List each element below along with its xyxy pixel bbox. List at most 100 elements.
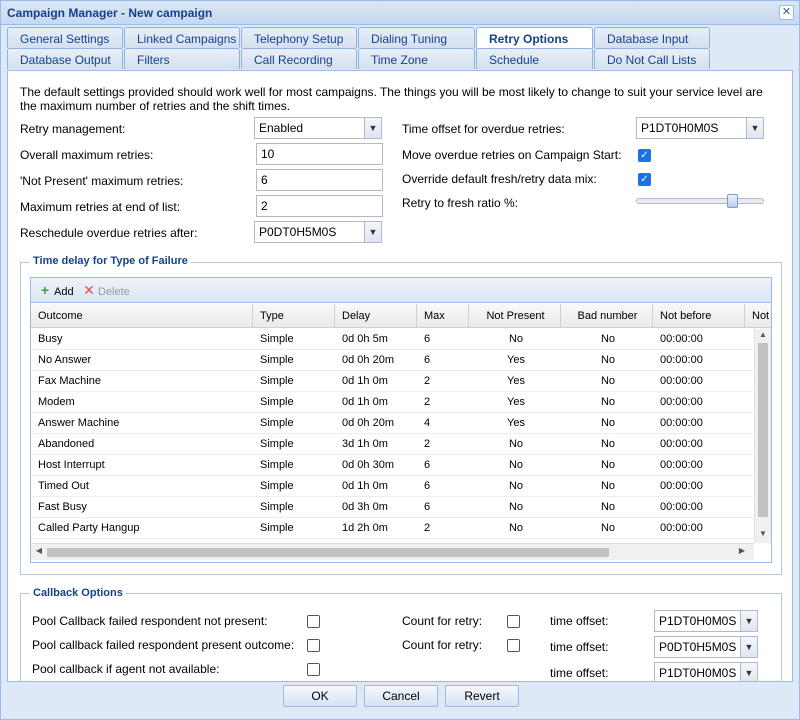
cell-max: 6: [424, 459, 431, 471]
tab-call-recording[interactable]: Call Recording: [241, 48, 357, 69]
retry-fresh-ratio-slider[interactable]: [636, 194, 764, 208]
table-row[interactable]: Abandoned Simple 3d 1h 0m 2 No No 00:00:00: [31, 434, 753, 455]
tab-strip: General Settings Linked Campaigns Teleph…: [7, 27, 797, 71]
campaign-manager-window: Campaign Manager - New campaign ✕ Genera…: [0, 0, 800, 720]
cell-not-present: No: [508, 438, 524, 450]
table-row[interactable]: No Answer Simple 0d 0h 20m 6 Yes No 00:00:00: [31, 350, 753, 371]
not-present-max-retries-label: 'Not Present' maximum retries:: [20, 174, 184, 188]
cell-not-before: 00:00:00: [660, 438, 703, 450]
column-header-not-before[interactable]: Not before: [653, 304, 745, 327]
time-offset-value-3: P1DT0H0M0S: [659, 666, 737, 680]
tab-time-zone[interactable]: Time Zone: [358, 48, 475, 69]
grid-body: Busy Simple 0d 0h 5m 6 No No 00:00:00 No Answer…: [31, 329, 753, 542]
cell-not-before: 00:00:00: [660, 480, 703, 492]
slider-handle[interactable]: [727, 194, 738, 208]
reschedule-overdue-select[interactable]: P0DT0H5M0S ▼: [254, 221, 382, 243]
pool-agent-unavailable-checkbox[interactable]: [307, 663, 320, 676]
table-row[interactable]: Modem Simple 0d 1h 0m 2 Yes No 00:00:00: [31, 392, 753, 413]
add-button[interactable]: + Add: [39, 283, 74, 298]
chevron-down-icon[interactable]: ▼: [364, 222, 381, 242]
vertical-scroll-thumb[interactable]: [758, 343, 768, 517]
time-offset-label-1: time offset:: [550, 614, 609, 628]
add-label: Add: [54, 286, 74, 298]
retry-fresh-ratio-label: Retry to fresh ratio %:: [402, 196, 519, 210]
time-offset-value-1: P1DT0H0M0S: [659, 614, 737, 628]
cell-outcome: Modem: [38, 396, 75, 408]
table-row[interactable]: Host Interrupt Simple 0d 0h 30m 6 No No 00:00:…: [31, 455, 753, 476]
time-offset-select-2[interactable]: P0DT0H5M0S ▼: [654, 636, 758, 658]
cell-bad-number: No: [600, 459, 616, 471]
end-of-list-max-retries-input[interactable]: 2: [256, 195, 383, 217]
column-header-type[interactable]: Type: [253, 304, 335, 327]
tab-dialing-tuning[interactable]: Dialing Tuning: [358, 27, 475, 48]
tab-telephony-setup[interactable]: Telephony Setup: [241, 27, 357, 48]
delete-button[interactable]: ✕ Delete: [83, 283, 130, 298]
scroll-left-icon[interactable]: ◀: [33, 546, 45, 558]
move-overdue-checkbox[interactable]: ✓: [638, 149, 651, 162]
override-mix-checkbox[interactable]: ✓: [638, 173, 651, 186]
cell-not-present: Yes: [507, 354, 525, 366]
tab-general-settings[interactable]: General Settings: [7, 27, 123, 48]
tab-linked-campaigns[interactable]: Linked Campaigns: [124, 27, 240, 48]
column-header-max[interactable]: Max: [417, 304, 469, 327]
column-header-bad-number[interactable]: Bad number: [561, 304, 653, 327]
retry-management-select[interactable]: Enabled ▼: [254, 117, 382, 139]
table-row[interactable]: Answer Machine Simple 0d 0h 20m 4 Yes No 00:00…: [31, 413, 753, 434]
chevron-down-icon[interactable]: ▼: [740, 611, 757, 631]
time-offset-select-1[interactable]: P1DT0H0M0S ▼: [654, 610, 758, 632]
tab-schedule[interactable]: Schedule: [476, 48, 593, 69]
vertical-scrollbar[interactable]: ▲ ▼: [754, 329, 771, 543]
pool-agent-unavailable-label: Pool callback if agent not available:: [32, 662, 220, 676]
time-offset-select-3[interactable]: P1DT0H0M0S ▼: [654, 662, 758, 681]
pool-not-present-checkbox[interactable]: [307, 615, 320, 628]
count-for-retry-checkbox-2[interactable]: [507, 639, 520, 652]
chevron-down-icon[interactable]: ▼: [740, 663, 757, 681]
tab-retry-options[interactable]: Retry Options: [476, 27, 593, 49]
count-for-retry-checkbox-1[interactable]: [507, 615, 520, 628]
pool-not-present-label: Pool Callback failed respondent not pres…: [32, 614, 268, 628]
scroll-up-icon[interactable]: ▲: [755, 330, 771, 342]
tab-filters[interactable]: Filters: [124, 48, 240, 69]
scroll-right-icon[interactable]: ▶: [736, 546, 748, 558]
chevron-down-icon[interactable]: ▼: [364, 118, 381, 138]
move-overdue-label: Move overdue retries on Campaign Start:: [402, 148, 622, 162]
column-header-outcome[interactable]: Outcome: [31, 304, 253, 327]
cell-max: 6: [424, 333, 431, 345]
cell-type: Simple: [260, 417, 294, 429]
title-bar[interactable]: Campaign Manager - New campaign ✕: [1, 1, 799, 25]
cell-delay: 3d 1h 0m: [342, 438, 388, 450]
time-offset-overdue-select[interactable]: P1DT0H0M0S ▼: [636, 117, 764, 139]
column-header-not-present[interactable]: Not Present: [469, 304, 561, 327]
override-mix-label: Override default fresh/retry data mix:: [402, 172, 597, 186]
column-header-not-after[interactable]: Not: [745, 304, 771, 327]
table-row[interactable]: Fax Machine Simple 0d 1h 0m 2 Yes No 00:00:00: [31, 371, 753, 392]
close-icon[interactable]: ✕: [779, 5, 794, 20]
ok-button[interactable]: OK: [283, 685, 357, 707]
tab-database-input[interactable]: Database Input: [594, 27, 710, 48]
chevron-down-icon[interactable]: ▼: [740, 637, 757, 657]
cell-delay: 0d 1h 0m: [342, 375, 388, 387]
revert-button[interactable]: Revert: [445, 685, 519, 707]
table-row[interactable]: Fast Busy Simple 0d 3h 0m 6 No No 00:00:00: [31, 497, 753, 518]
tab-database-output[interactable]: Database Output: [7, 48, 123, 69]
cell-not-before: 00:00:00: [660, 333, 703, 345]
cancel-button[interactable]: Cancel: [364, 685, 438, 707]
tab-do-not-call-lists[interactable]: Do Not Call Lists: [594, 48, 710, 69]
pool-present-outcome-checkbox[interactable]: [307, 639, 320, 652]
overall-max-retries-input[interactable]: 10: [256, 143, 383, 165]
horizontal-scroll-thumb[interactable]: [47, 548, 609, 557]
column-header-delay[interactable]: Delay: [335, 304, 417, 327]
table-row[interactable]: Called Party Hangup Simple 1d 2h 0m 2 No No 00…: [31, 518, 753, 539]
horizontal-scrollbar[interactable]: ◀ ▶: [31, 543, 754, 560]
chevron-down-icon[interactable]: ▼: [746, 118, 763, 138]
scroll-down-icon[interactable]: ▼: [755, 529, 771, 541]
count-for-retry-label-2: Count for retry:: [402, 638, 483, 652]
table-row[interactable]: Timed Out Simple 0d 1h 0m 6 No No 00:00:00: [31, 476, 753, 497]
table-row[interactable]: Busy Simple 0d 0h 5m 6 No No 00:00:00: [31, 329, 753, 350]
cell-not-before: 00:00:00: [660, 354, 703, 366]
cell-bad-number: No: [600, 501, 616, 513]
cell-type: Simple: [260, 438, 294, 450]
failure-grid: + Add ✕ Delete Outcome Type Delay Max Not …: [30, 277, 772, 563]
not-present-max-retries-input[interactable]: 6: [256, 169, 383, 191]
cell-bad-number: No: [600, 522, 616, 534]
